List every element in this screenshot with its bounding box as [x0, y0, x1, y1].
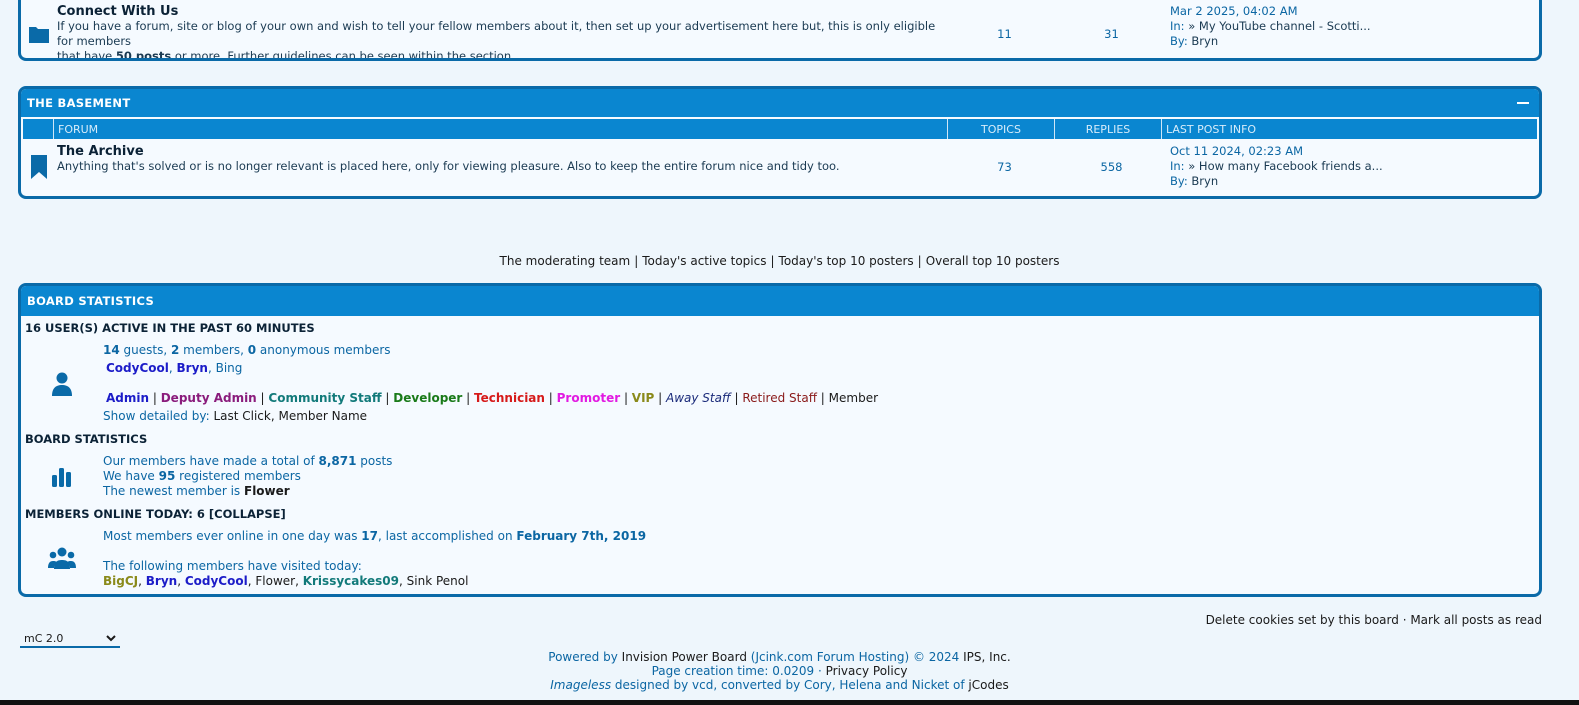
most-online-record: Most members ever online in one day was …: [103, 529, 647, 543]
privacy-policy-link[interactable]: Privacy Policy: [826, 664, 908, 678]
bookmark-icon: [21, 144, 57, 189]
users-group-icon: [21, 529, 103, 589]
col-forum: FORUM: [54, 119, 948, 139]
chevron-down-icon: [106, 632, 116, 645]
group-legend-item: Developer: [393, 391, 463, 405]
newest-member: The newest member is Flower: [103, 484, 290, 498]
link-overall-top-posters[interactable]: Overall top 10 posters: [926, 254, 1060, 268]
active-user[interactable]: Bryn: [177, 361, 208, 375]
jcodes-link[interactable]: jCodes: [968, 678, 1008, 692]
delete-cookies-link[interactable]: Delete cookies set by this board: [1206, 613, 1399, 627]
group-legend-item: VIP: [631, 391, 655, 405]
footer-credits: Powered by Invision Power Board (Jcink.c…: [548, 650, 1011, 692]
group-legend-item: Technician: [474, 391, 545, 405]
group-legend-item: Retired Staff: [742, 391, 817, 405]
ipb-link[interactable]: Invision Power Board: [622, 650, 747, 664]
last-post-topic[interactable]: My YouTube channel - Scotti...: [1199, 19, 1371, 33]
visited-user[interactable]: CodyCool: [185, 574, 248, 588]
topics-count: 73: [997, 159, 1012, 174]
replies-count: 558: [1100, 159, 1123, 174]
double-chevron-icon: »: [1188, 159, 1196, 173]
show-detailed-by: Show detailed by: Last Click, Member Nam…: [103, 409, 368, 423]
last-post-author[interactable]: Bryn: [1191, 174, 1218, 188]
board-statistics: BOARD STATISTICS 16 USER(S) ACTIVE IN TH…: [18, 283, 1542, 597]
visited-user[interactable]: BigCJ: [103, 574, 138, 588]
last-post-info: Mar 2 2025, 04:02 AM In: » My YouTube ch…: [1165, 4, 1539, 58]
bar-chart-icon: [21, 454, 103, 499]
category-title[interactable]: THE BASEMENT: [27, 96, 131, 110]
active-counts: 14 guests, 2 members, 0 anonymous member…: [103, 343, 391, 357]
visited-user[interactable]: Bryn: [146, 574, 177, 588]
link-moderating-team[interactable]: The moderating team: [500, 254, 631, 268]
last-post-date[interactable]: Mar 2 2025, 04:02 AM: [1170, 4, 1539, 19]
group-legend: Admin | Deputy Admin | Community Staff |…: [106, 391, 879, 405]
bottom-bar: [0, 700, 1579, 705]
collapse-icon[interactable]: [1517, 102, 1529, 104]
folder-icon: [21, 4, 57, 58]
ips-link[interactable]: IPS, Inc.: [963, 650, 1011, 664]
visited-user[interactable]: Flower: [255, 574, 295, 588]
link-active-topics[interactable]: Today's active topics: [642, 254, 766, 268]
forum-row-archive: The Archive Anything that's solved or is…: [21, 139, 1539, 189]
col-topics: TOPICS: [948, 119, 1055, 139]
user-icon: [21, 343, 103, 424]
last-post-info: Oct 11 2024, 02:23 AM In: » How many Fac…: [1165, 144, 1539, 189]
active-users-heading: 16 USER(S) ACTIVE IN THE PAST 60 MINUTES: [25, 321, 315, 335]
visited-user[interactable]: Krissycakes09: [303, 574, 399, 588]
sort-last-click[interactable]: Last Click: [213, 409, 270, 423]
last-post-date[interactable]: Oct 11 2024, 02:23 AM: [1170, 144, 1539, 159]
forum-title-connect[interactable]: Connect With Us: [57, 4, 951, 19]
newest-member-link[interactable]: Flower: [244, 484, 290, 498]
registered-members: We have 95 registered members: [103, 469, 301, 483]
last-post-topic[interactable]: How many Facebook friends a...: [1199, 159, 1383, 173]
stats-title: BOARD STATISTICS: [27, 294, 155, 308]
total-posts: Our members have made a total of 8,871 p…: [103, 454, 393, 468]
forum-title-archive[interactable]: The Archive: [57, 144, 951, 159]
double-chevron-icon: »: [1188, 19, 1196, 33]
sort-member-name[interactable]: Member Name: [278, 409, 367, 423]
skin-selected-value: mC 2.0: [24, 631, 64, 645]
footer-actions: Delete cookies set by this board · Mark …: [1205, 613, 1542, 627]
forum-desc-connect: If you have a forum, site or blog of you…: [57, 19, 936, 61]
quick-links: The moderating team | Today's active topic…: [499, 254, 1060, 268]
link-today-top-posters[interactable]: Today's top 10 posters: [779, 254, 914, 268]
visited-today-list: BigCJ, Bryn, CodyCool, Flower, Krissycak…: [103, 574, 469, 588]
forum-desc-archive: Anything that's solved or is no longer r…: [57, 159, 840, 173]
group-legend-item: Member: [828, 391, 879, 405]
col-replies: REPLIES: [1055, 119, 1162, 139]
group-legend-item: Admin: [106, 391, 150, 405]
active-user[interactable]: Bing: [216, 361, 243, 375]
active-user-list: CodyCool, Bryn, Bing: [106, 361, 243, 375]
active-user[interactable]: CodyCool: [106, 361, 169, 375]
group-legend-item: Promoter: [556, 391, 621, 405]
group-legend-item: Community Staff: [268, 391, 382, 405]
forum-row-connect: Connect With Us If you have a forum, sit…: [21, 0, 1539, 61]
column-headers: FORUM TOPICS REPLIES LAST POST INFO: [23, 119, 1537, 139]
category-community: Connect With Us If you have a forum, sit…: [18, 0, 1542, 61]
board-stats-heading: BOARD STATISTICS: [25, 432, 148, 446]
visited-today-label: The following members have visited today…: [103, 559, 362, 573]
col-last-post: LAST POST INFO: [1166, 122, 1257, 136]
mark-all-read-link[interactable]: Mark all posts as read: [1410, 613, 1542, 627]
group-legend-item: Away Staff: [666, 391, 731, 405]
visited-user[interactable]: Sink Penol: [407, 574, 469, 588]
replies-count: 31: [1104, 27, 1119, 41]
last-post-author[interactable]: Bryn: [1191, 34, 1218, 48]
skin-selector[interactable]: mC 2.0: [20, 630, 120, 648]
category-basement: THE BASEMENT FORUM TOPICS REPLIES LAST P…: [18, 86, 1542, 199]
group-legend-item: Deputy Admin: [160, 391, 257, 405]
topics-count: 11: [997, 27, 1012, 41]
online-today-heading[interactable]: MEMBERS ONLINE TODAY: 6 [COLLAPSE]: [21, 507, 1539, 521]
